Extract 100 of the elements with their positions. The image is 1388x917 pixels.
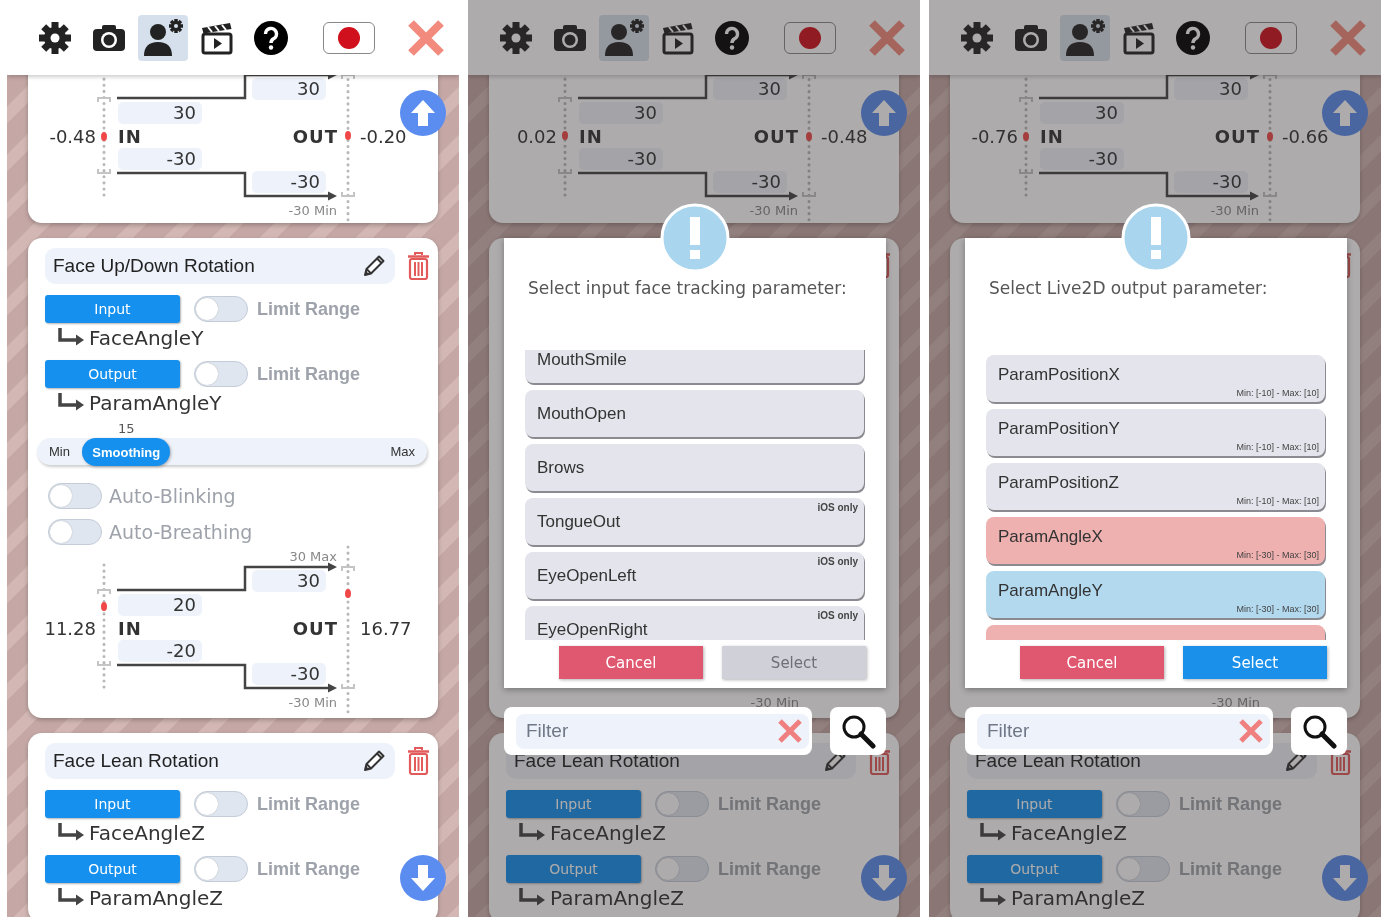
parameter-name: ParamAngleY bbox=[89, 391, 222, 415]
corner-arrow-icon bbox=[519, 823, 545, 841]
parameter-option[interactable]: ParamAngleY Min: [-30] - Max: [30] bbox=[986, 571, 1325, 618]
gear-icon bbox=[39, 21, 71, 54]
input-min-field[interactable]: -30 bbox=[579, 148, 663, 170]
limit-range-toggle[interactable] bbox=[655, 791, 709, 817]
min-label: -30 Min bbox=[750, 695, 799, 710]
limit-range-toggle[interactable] bbox=[655, 856, 709, 882]
input-axis-label: IN bbox=[1040, 126, 1064, 148]
parameter-option[interactable]: TongueOut iOS only bbox=[525, 498, 864, 545]
output-min-field[interactable]: -30 bbox=[252, 663, 326, 685]
limit-range-toggle[interactable] bbox=[1116, 791, 1170, 817]
cancel-button[interactable]: Cancel bbox=[1020, 646, 1164, 679]
input-marker bbox=[1023, 131, 1029, 141]
parameter-option[interactable]: MouthOpen bbox=[525, 390, 864, 437]
help-icon bbox=[715, 20, 749, 55]
parameter-option[interactable]: ParamPositionY Min: [-10] - Max: [10] bbox=[986, 409, 1325, 456]
toggle-label: Auto-Breathing bbox=[109, 521, 253, 543]
input-min-field[interactable]: -20 bbox=[118, 640, 202, 662]
parameter-option[interactable]: ParamPositionZ Min: [-10] - Max: [10] bbox=[986, 463, 1325, 510]
toggle-switch[interactable] bbox=[48, 483, 102, 509]
pencil-icon[interactable] bbox=[364, 255, 385, 276]
parameter-option[interactable]: ParamPositionX Min: [-10] - Max: [10] bbox=[986, 355, 1325, 402]
record-button[interactable] bbox=[323, 21, 375, 54]
toggle-switch[interactable] bbox=[48, 519, 102, 545]
input-min-field[interactable]: -30 bbox=[118, 148, 202, 170]
output-max-field[interactable]: 30 bbox=[252, 78, 326, 100]
output-value: -0.48 bbox=[821, 126, 868, 148]
title-field[interactable]: Face Up/Down Rotation bbox=[45, 248, 395, 284]
toggle-label: Limit Range bbox=[257, 858, 360, 880]
record-button[interactable] bbox=[1245, 21, 1297, 54]
output-axis-label: OUT bbox=[291, 126, 338, 148]
filter-field[interactable]: Filter bbox=[516, 713, 809, 749]
limit-range-toggle[interactable] bbox=[194, 296, 248, 322]
min-label: -30 Min bbox=[1211, 695, 1260, 710]
input-max-field[interactable]: 30 bbox=[1040, 102, 1124, 124]
output-min-field[interactable]: -30 bbox=[252, 171, 326, 193]
output-axis-label: OUT bbox=[752, 126, 799, 148]
clear-icon[interactable] bbox=[1238, 718, 1264, 743]
input-axis-label: IN bbox=[579, 126, 603, 148]
title-field[interactable]: Face Lean Rotation bbox=[45, 743, 395, 779]
output-button[interactable]: Output bbox=[45, 855, 180, 883]
limit-range-toggle[interactable] bbox=[194, 791, 248, 817]
range-note: Min: [-10] - Max: [10] bbox=[1236, 496, 1319, 506]
parameter-option[interactable]: ParamAngleX Min: [-30] - Max: [30] bbox=[986, 517, 1325, 564]
select-button[interactable]: Select bbox=[1183, 646, 1327, 679]
input-button[interactable]: Input bbox=[45, 295, 180, 323]
search-button[interactable] bbox=[1291, 707, 1347, 755]
min-label: -30 Min bbox=[748, 202, 798, 220]
output-value: 16.77 bbox=[360, 618, 412, 640]
input-max-field[interactable]: 30 bbox=[579, 102, 663, 124]
platform-note: iOS only bbox=[817, 610, 858, 621]
output-marker bbox=[345, 131, 351, 141]
input-max-field[interactable]: 20 bbox=[118, 594, 202, 616]
input-min-field[interactable]: -30 bbox=[1040, 148, 1124, 170]
close-icon bbox=[868, 18, 906, 57]
output-button[interactable]: Output bbox=[45, 360, 180, 388]
output-value: -0.20 bbox=[360, 126, 407, 148]
trash-icon[interactable] bbox=[408, 747, 429, 775]
avatar-settings-button[interactable] bbox=[599, 14, 649, 61]
output-max-field[interactable]: 30 bbox=[252, 570, 326, 592]
output-min-field[interactable]: -30 bbox=[713, 171, 787, 193]
slider-thumb[interactable]: Smoothing bbox=[82, 438, 171, 466]
output-axis-label: OUT bbox=[291, 618, 338, 640]
output-marker bbox=[1267, 132, 1273, 142]
input-max-field[interactable]: 30 bbox=[118, 102, 202, 124]
smoothing-slider[interactable]: Min Smoothing Max bbox=[37, 438, 427, 465]
output-max-field[interactable]: 30 bbox=[1174, 78, 1248, 100]
output-min-field[interactable]: -30 bbox=[1174, 171, 1248, 193]
input-marker bbox=[101, 601, 107, 611]
platform-note: iOS only bbox=[817, 502, 858, 513]
gear-icon bbox=[961, 21, 993, 54]
arrow-up-icon bbox=[411, 100, 435, 126]
filter-field[interactable]: Filter bbox=[977, 713, 1270, 749]
avatar-settings-button[interactable] bbox=[138, 14, 188, 61]
clapperboard-icon bbox=[1123, 22, 1155, 54]
limit-range-toggle[interactable] bbox=[1116, 856, 1170, 882]
parameter-option[interactable]: MouthSmile bbox=[525, 350, 864, 383]
cancel-button[interactable]: Cancel bbox=[559, 646, 703, 679]
parameter-option[interactable]: EyeOpenLeft iOS only bbox=[525, 552, 864, 599]
limit-range-toggle[interactable] bbox=[194, 361, 248, 387]
output-max-field[interactable]: 30 bbox=[713, 78, 787, 100]
input-button[interactable]: Input bbox=[45, 790, 180, 818]
pencil-icon[interactable] bbox=[364, 750, 385, 771]
corner-arrow-icon bbox=[58, 393, 84, 411]
search-icon bbox=[842, 715, 876, 749]
parameter-option[interactable]: Brows bbox=[525, 444, 864, 491]
trash-icon[interactable] bbox=[408, 252, 429, 280]
clear-icon[interactable] bbox=[777, 718, 803, 743]
gear-icon bbox=[500, 21, 532, 54]
limit-range-toggle[interactable] bbox=[194, 856, 248, 882]
clapperboard-icon bbox=[662, 22, 694, 54]
search-button[interactable] bbox=[830, 707, 886, 755]
input-value: -0.76 bbox=[970, 126, 1018, 148]
corner-arrow-icon bbox=[58, 328, 84, 346]
avatar-settings-button[interactable] bbox=[1060, 14, 1110, 61]
dialog-title: Select Live2D output parameter: bbox=[989, 278, 1268, 298]
user-gear-icon bbox=[1066, 18, 1105, 56]
parameter-option[interactable]: EyeOpenRight iOS only bbox=[525, 606, 864, 640]
record-button[interactable] bbox=[784, 21, 836, 54]
